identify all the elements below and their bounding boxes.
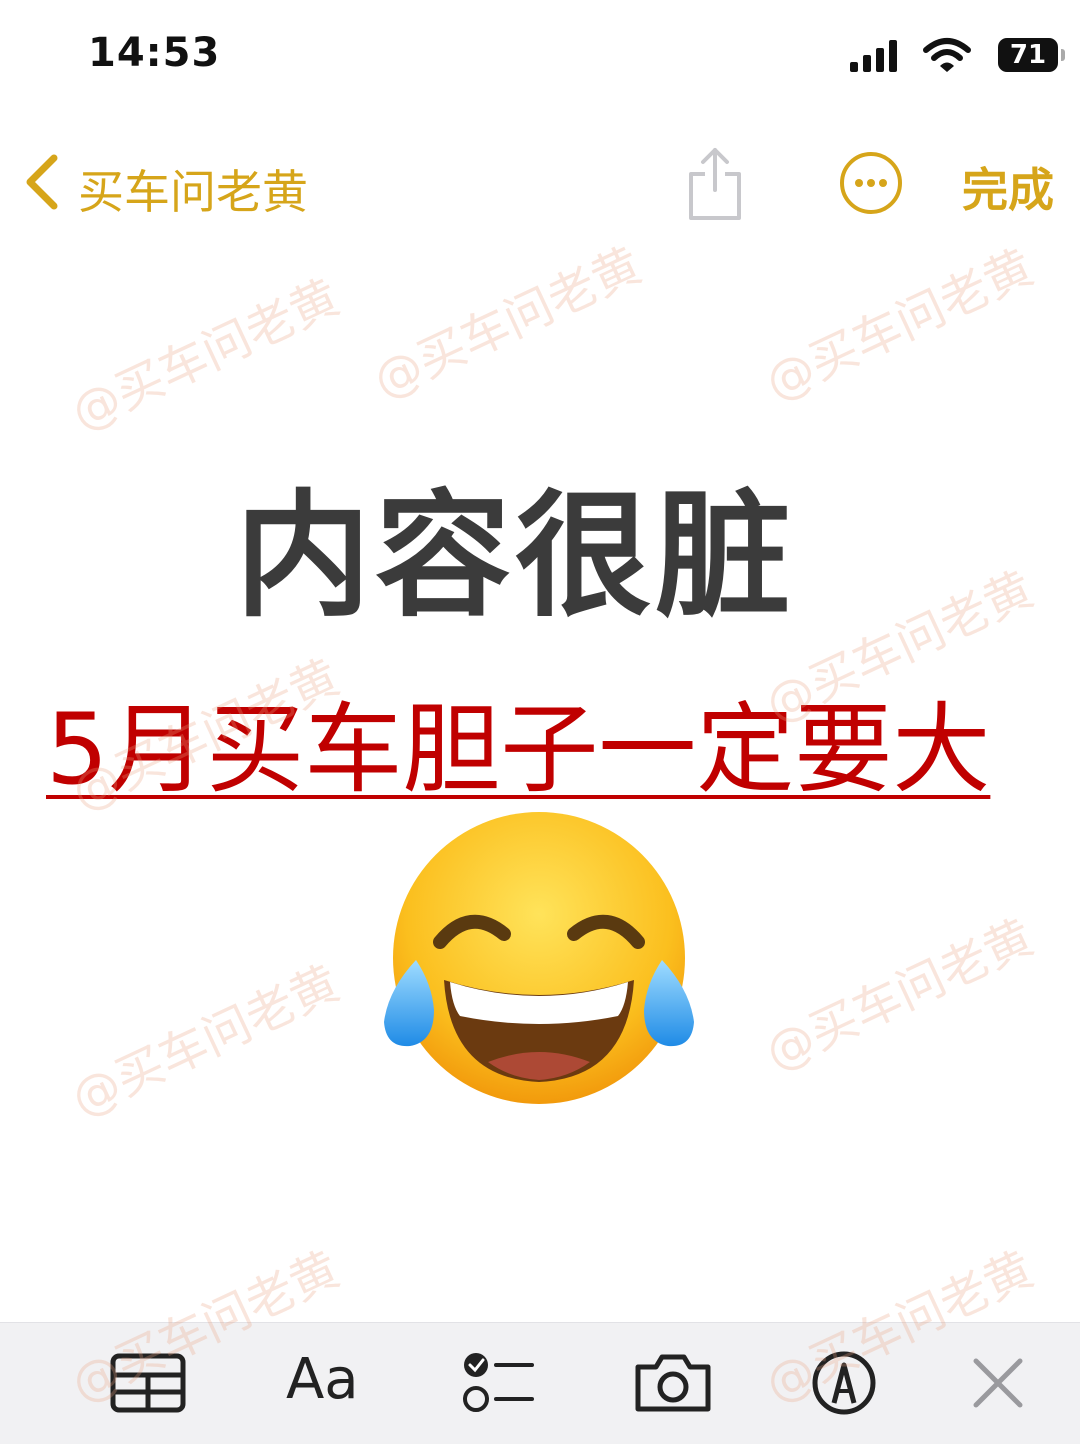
table-icon[interactable] — [110, 1351, 186, 1415]
share-icon[interactable] — [683, 142, 747, 222]
back-button[interactable]: 买车问老黄 — [78, 156, 308, 222]
chevron-left-icon[interactable] — [22, 152, 62, 212]
wifi-icon — [923, 38, 971, 72]
close-icon[interactable] — [968, 1351, 1028, 1415]
watermark: @买车问老黄 — [757, 239, 1042, 412]
format-button[interactable]: Aa — [286, 1345, 359, 1412]
nav-bar: 买车问老黄 完成 — [0, 130, 1080, 240]
bottom-toolbar: Aa — [0, 1322, 1080, 1444]
more-options-icon[interactable] — [838, 150, 904, 216]
camera-icon[interactable] — [632, 1351, 714, 1415]
note-title[interactable]: 内容很脏 — [0, 446, 1030, 643]
status-bar: 14:53 71 — [0, 0, 1080, 110]
watermark: @买车问老黄 — [63, 269, 348, 442]
note-subtitle[interactable]: 5月买车胆子一定要大 — [46, 670, 990, 812]
battery-indicator: 71 — [998, 38, 1065, 72]
checklist-icon[interactable] — [460, 1351, 536, 1415]
watermark: @买车问老黄 — [63, 955, 348, 1128]
done-button[interactable]: 完成 — [962, 154, 1054, 220]
status-icons: 71 — [850, 36, 1065, 76]
status-time: 14:53 — [88, 30, 221, 76]
markup-pen-icon[interactable] — [810, 1351, 878, 1415]
watermark: @买车问老黄 — [757, 909, 1042, 1082]
face-with-tears-of-joy-icon — [384, 812, 694, 1104]
watermark: @买车问老黄 — [365, 237, 650, 410]
cellular-signal-icon — [850, 40, 897, 72]
